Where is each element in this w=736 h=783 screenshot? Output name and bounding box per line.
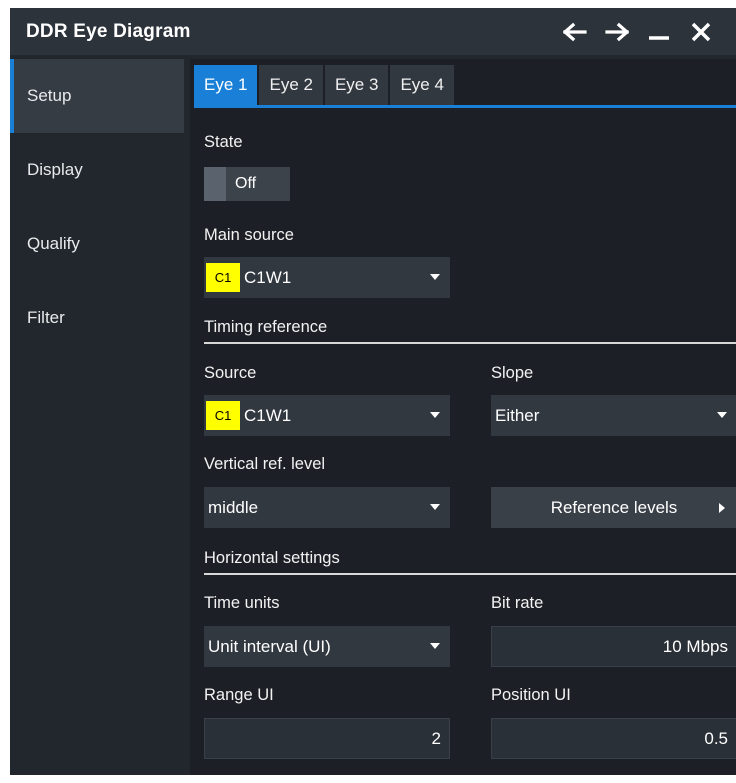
sidebar-item-label: Filter bbox=[27, 308, 65, 327]
divider bbox=[204, 342, 736, 344]
tab-eye-1[interactable]: Eye 1 bbox=[194, 65, 258, 105]
divider bbox=[204, 573, 736, 575]
window-title: DDR Eye Diagram bbox=[26, 20, 191, 42]
sidebar-item-setup[interactable]: Setup bbox=[10, 59, 184, 133]
vertical-ref-level-dropdown[interactable]: middle bbox=[204, 487, 450, 528]
ddr-eye-diagram-dialog: DDR Eye Diagram Setup Display Qualify Fi… bbox=[10, 8, 736, 775]
range-ui-field[interactable]: 2 bbox=[204, 718, 450, 759]
chevron-right-icon bbox=[719, 503, 725, 513]
arrow-right-icon[interactable] bbox=[602, 17, 632, 47]
state-toggle-value: Off bbox=[235, 175, 257, 192]
minimize-icon[interactable] bbox=[644, 17, 674, 47]
toggle-knob bbox=[204, 167, 226, 201]
vertical-ref-level-label: Vertical ref. level bbox=[204, 455, 326, 473]
time-units-dropdown[interactable]: Unit interval (UI) bbox=[204, 626, 450, 667]
main-source-value: C1W1 bbox=[244, 267, 292, 287]
source-dropdown[interactable]: C1 C1W1 bbox=[204, 395, 450, 436]
reference-levels-button[interactable]: Reference levels bbox=[491, 487, 736, 528]
source-value: C1W1 bbox=[244, 405, 292, 425]
sidebar-item-filter[interactable]: Filter bbox=[10, 281, 184, 355]
title-bar: DDR Eye Diagram bbox=[10, 8, 736, 55]
bit-rate-label: Bit rate bbox=[491, 594, 544, 612]
arrow-left-icon[interactable] bbox=[560, 17, 590, 47]
sidebar-item-qualify[interactable]: Qualify bbox=[10, 207, 184, 281]
chevron-down-icon bbox=[430, 643, 440, 649]
close-icon[interactable] bbox=[686, 17, 716, 47]
source-label: Source bbox=[204, 364, 257, 382]
slope-label: Slope bbox=[491, 364, 534, 382]
horizontal-settings-title: Horizontal settings bbox=[204, 549, 340, 567]
main-source-label: Main source bbox=[204, 226, 294, 244]
eye-tabs: Eye 1 Eye 2 Eye 3 Eye 4 bbox=[194, 65, 456, 105]
state-label: State bbox=[204, 133, 243, 151]
timing-reference-title: Timing reference bbox=[204, 318, 328, 336]
bit-rate-field[interactable]: 10 Mbps bbox=[491, 626, 736, 667]
reference-levels-label: Reference levels bbox=[550, 497, 678, 517]
chevron-down-icon bbox=[430, 274, 440, 280]
chevron-down-icon bbox=[430, 412, 440, 418]
channel-chip: C1 bbox=[206, 401, 240, 430]
time-units-label: Time units bbox=[204, 594, 280, 612]
state-toggle[interactable]: Off bbox=[204, 167, 290, 201]
time-units-value: Unit interval (UI) bbox=[208, 636, 331, 656]
main-source-dropdown[interactable]: C1 C1W1 bbox=[204, 257, 450, 298]
sidebar-item-label: Qualify bbox=[27, 234, 80, 253]
slope-value: Either bbox=[495, 405, 540, 425]
tab-eye-2[interactable]: Eye 2 bbox=[259, 65, 323, 105]
position-ui-field[interactable]: 0.5 bbox=[491, 718, 736, 759]
range-ui-label: Range UI bbox=[204, 686, 274, 704]
sidebar-item-display[interactable]: Display bbox=[10, 133, 184, 207]
position-ui-label: Position UI bbox=[491, 686, 571, 704]
vertical-ref-level-value: middle bbox=[208, 497, 259, 517]
tab-eye-3[interactable]: Eye 3 bbox=[324, 65, 389, 105]
chevron-down-icon bbox=[430, 504, 440, 510]
slope-dropdown[interactable]: Either bbox=[491, 395, 736, 436]
sidebar-item-label: Setup bbox=[27, 86, 72, 105]
sidebar-item-label: Display bbox=[27, 160, 83, 179]
setup-panel: Eye 1 Eye 2 Eye 3 Eye 4 State Off Main s… bbox=[190, 59, 736, 775]
tab-eye-4[interactable]: Eye 4 bbox=[390, 65, 454, 105]
tab-underline bbox=[194, 105, 736, 108]
channel-chip: C1 bbox=[206, 263, 240, 292]
sidebar: Setup Display Qualify Filter bbox=[10, 59, 184, 775]
chevron-down-icon bbox=[717, 412, 727, 418]
